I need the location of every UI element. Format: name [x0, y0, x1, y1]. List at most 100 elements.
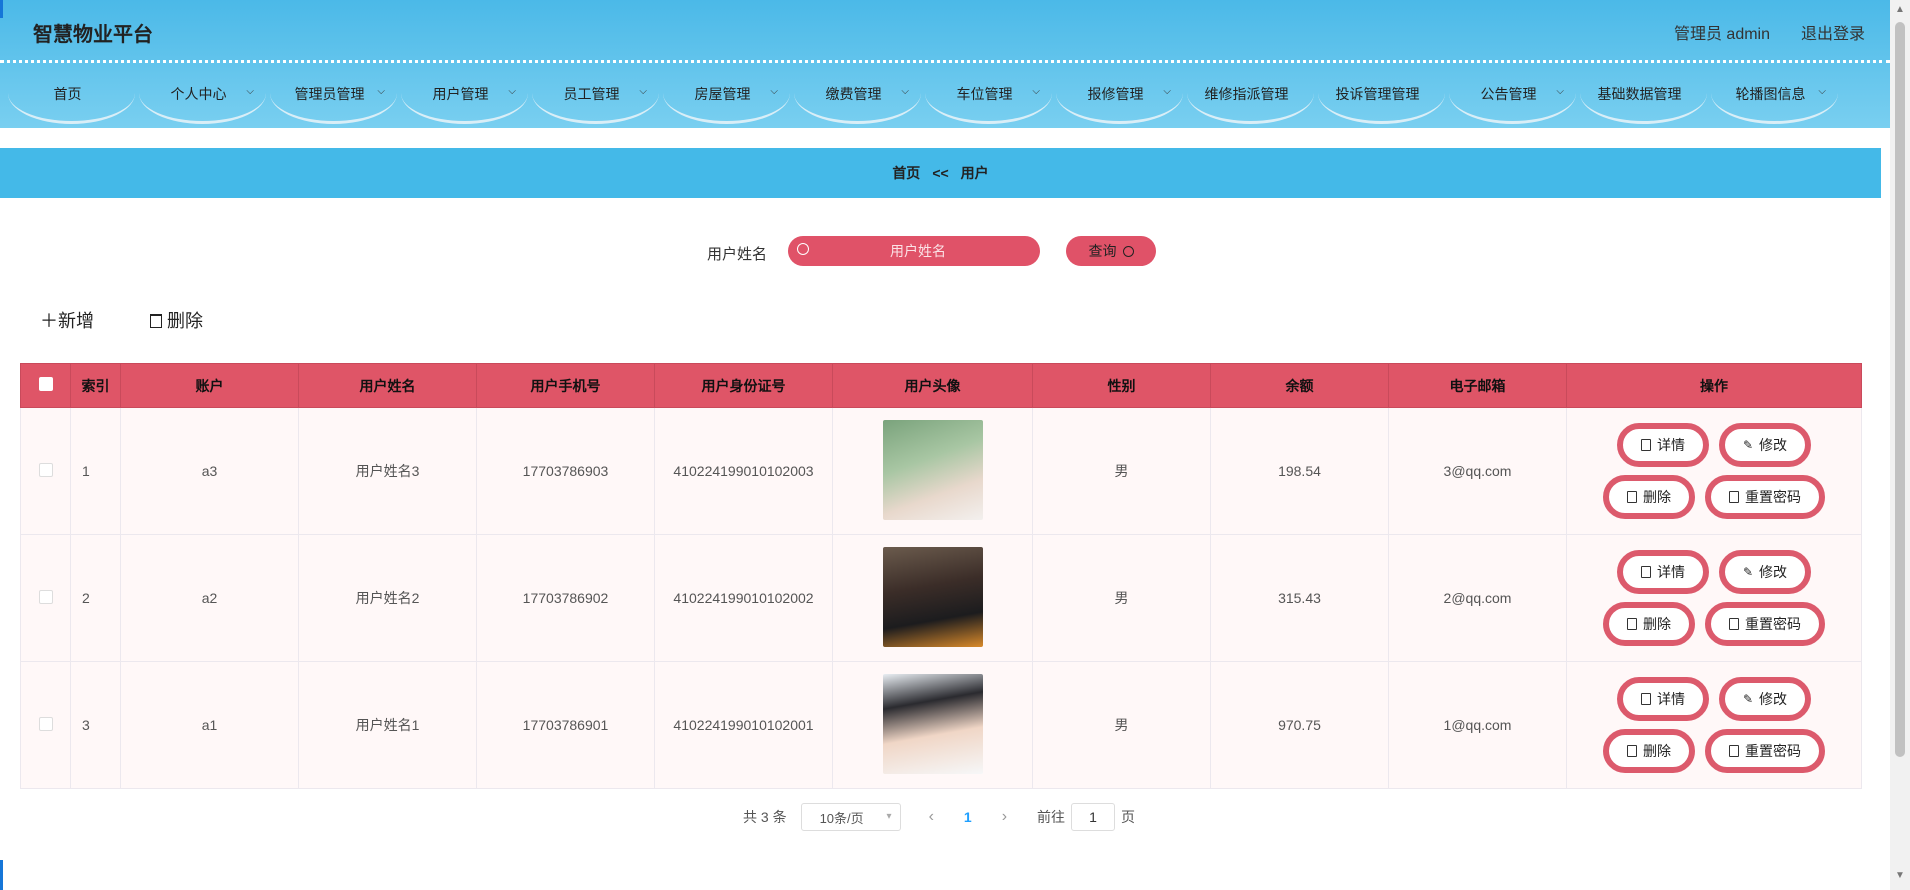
- reset-password-button[interactable]: 重置密码: [1705, 475, 1825, 519]
- document-icon: [1729, 491, 1739, 503]
- breadcrumb-home[interactable]: 首页: [892, 163, 920, 183]
- ops-cell: 详情 ✎ 修改 删除 重置密码: [1566, 407, 1862, 535]
- page-jump-input[interactable]: [1071, 803, 1116, 831]
- prev-page-button[interactable]: ‹: [929, 808, 934, 826]
- nav-item-label: 员工管理: [563, 85, 620, 102]
- row-actions-line: 详情 ✎ 修改: [1617, 423, 1811, 467]
- pencil-icon: ✎: [1742, 692, 1754, 706]
- chevron-down-icon: ▾: [886, 811, 892, 822]
- left-edge-marker: [0, 0, 3, 18]
- detail-button[interactable]: 详情: [1617, 550, 1709, 594]
- select-all-cell: [20, 363, 71, 408]
- nav-item[interactable]: 首页: [8, 68, 135, 124]
- reset-password-button[interactable]: 重置密码: [1705, 602, 1825, 646]
- row-delete-button[interactable]: 删除: [1603, 475, 1695, 519]
- logout-link[interactable]: 退出登录: [1801, 20, 1865, 44]
- row-actions-line: 删除 重置密码: [1603, 729, 1825, 773]
- select-all-checkbox[interactable]: [38, 377, 53, 391]
- nav-item-label: 房屋管理: [694, 85, 751, 102]
- index-cell: 1: [70, 407, 121, 535]
- scroll-up-arrow-icon[interactable]: ▲: [1895, 4, 1905, 15]
- query-button-label: 查询: [1088, 243, 1117, 259]
- column-header: 性别: [1032, 363, 1211, 408]
- pencil-icon: ✎: [1742, 565, 1754, 579]
- app-title: 智慧物业平台: [33, 24, 153, 46]
- row-select-cell: [20, 534, 71, 662]
- goto-label: 前往: [1037, 809, 1066, 825]
- balance-cell: 198.54: [1210, 407, 1389, 535]
- reset-password-button-label: 重置密码: [1745, 489, 1801, 505]
- nav-item[interactable]: 缴费管理 ⌵: [794, 68, 921, 124]
- nav-item[interactable]: 轮播图信息 ⌵: [1711, 68, 1838, 124]
- nav-item[interactable]: 报修管理 ⌵: [1056, 68, 1183, 124]
- detail-button[interactable]: 详情: [1617, 677, 1709, 721]
- reset-password-button[interactable]: 重置密码: [1705, 729, 1825, 773]
- next-page-button[interactable]: ›: [1002, 808, 1007, 826]
- nav-item[interactable]: 管理员管理 ⌵: [270, 68, 397, 124]
- column-header: 电子邮箱: [1388, 363, 1567, 408]
- breadcrumb: 首页 << 用户: [0, 148, 1881, 198]
- nav-item[interactable]: 基础数据管理: [1580, 68, 1707, 124]
- nav-item[interactable]: 个人中心 ⌵: [139, 68, 266, 124]
- row-actions-line: 详情 ✎ 修改: [1617, 677, 1811, 721]
- avatar[interactable]: [882, 546, 983, 647]
- chevron-down-icon: ⌵: [246, 86, 254, 97]
- query-button[interactable]: 查询: [1066, 236, 1156, 266]
- page-size-value: 10条/页: [819, 810, 864, 826]
- page-unit-label: 页: [1121, 809, 1136, 825]
- vertical-scrollbar[interactable]: ▲ ▼: [1890, 0, 1910, 890]
- chevron-down-icon: ⌵: [901, 86, 909, 97]
- nav-item-label: 用户管理: [432, 85, 489, 102]
- search-input[interactable]: [818, 236, 1018, 266]
- document-icon: [1641, 439, 1651, 451]
- nav-item-label: 维修指派管理: [1204, 85, 1289, 102]
- nav-item[interactable]: 车位管理 ⌵: [925, 68, 1052, 124]
- row-checkbox[interactable]: [38, 589, 53, 604]
- column-header: 用户姓名: [298, 363, 477, 408]
- search-input-wrapper[interactable]: [788, 236, 1040, 266]
- edit-button[interactable]: ✎ 修改: [1719, 677, 1811, 721]
- nav-item[interactable]: 维修指派管理: [1187, 68, 1314, 124]
- avatar[interactable]: [882, 673, 983, 774]
- total-count: 共 3 条: [743, 809, 787, 825]
- row-checkbox[interactable]: [38, 716, 53, 731]
- nav-item-label: 公告管理: [1480, 85, 1537, 102]
- table-row: 2 a2 用户姓名2 17703786902 410224199010102002 男 31…: [20, 534, 1862, 662]
- nav-item[interactable]: 房屋管理 ⌵: [663, 68, 790, 124]
- phone-cell: 17703786901: [476, 661, 655, 789]
- row-delete-button[interactable]: 删除: [1603, 602, 1695, 646]
- index-cell: 3: [70, 661, 121, 789]
- email-cell: 3@qq.com: [1388, 407, 1567, 535]
- row-actions: 详情 ✎ 修改删除 重置密码: [1567, 550, 1861, 646]
- email-cell: 2@qq.com: [1388, 534, 1567, 662]
- edit-button-label: 修改: [1759, 564, 1788, 580]
- avatar-cell: [832, 661, 1033, 789]
- row-checkbox[interactable]: [38, 462, 53, 477]
- edit-button-label: 修改: [1759, 437, 1788, 453]
- chevron-down-icon: ⌵: [1556, 86, 1564, 97]
- edit-button[interactable]: ✎ 修改: [1719, 423, 1811, 467]
- avatar[interactable]: [882, 419, 983, 520]
- nav-item-label: 车位管理: [956, 85, 1013, 102]
- nav-item[interactable]: 投诉管理管理: [1318, 68, 1445, 124]
- row-delete-button-label: 删除: [1643, 616, 1671, 632]
- add-button-label: 新增: [58, 311, 94, 331]
- edit-button[interactable]: ✎ 修改: [1719, 550, 1811, 594]
- nav-item[interactable]: 用户管理 ⌵: [401, 68, 528, 124]
- row-delete-button[interactable]: 删除: [1603, 729, 1695, 773]
- detail-button[interactable]: 详情: [1617, 423, 1709, 467]
- row-actions: 详情 ✎ 修改 删除 重置密码: [1567, 677, 1861, 773]
- current-page[interactable]: 1: [964, 809, 972, 825]
- nav-item[interactable]: 公告管理 ⌵: [1449, 68, 1576, 124]
- phone-cell: 17703786902: [476, 534, 655, 662]
- scroll-down-arrow-icon[interactable]: ▼: [1895, 870, 1905, 881]
- delete-button[interactable]: 删除: [150, 307, 203, 333]
- scrollbar-thumb[interactable]: [1895, 22, 1905, 757]
- column-header: 用户手机号: [476, 363, 655, 408]
- add-button[interactable]: ＋新增: [40, 307, 94, 333]
- row-actions-line: 删除 重置密码: [1603, 475, 1825, 519]
- nav-item[interactable]: 员工管理 ⌵: [532, 68, 659, 124]
- page-size-select[interactable]: 10条/页 ▾: [800, 803, 901, 831]
- id-card-cell: 410224199010102003: [654, 407, 833, 535]
- search-icon: [797, 243, 809, 255]
